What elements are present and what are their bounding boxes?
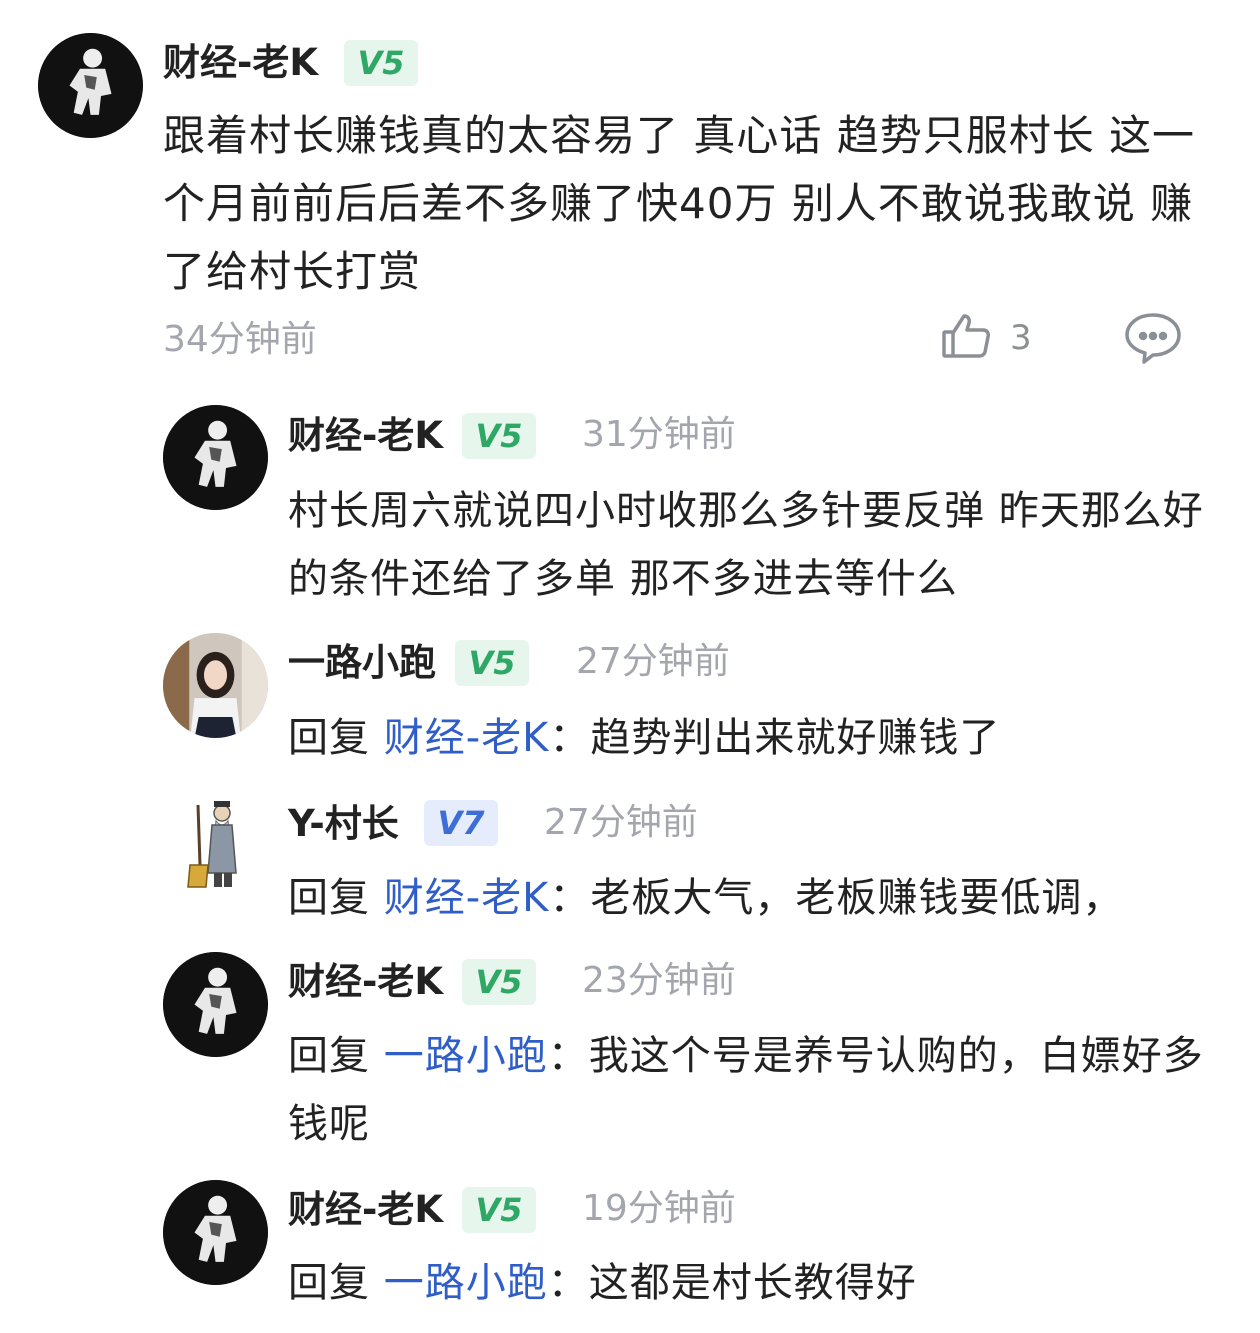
avatar[interactable] — [163, 633, 268, 738]
reply-body: 趋势判出来就好赚钱了 — [590, 715, 1001, 761]
reply-text: 回复 财经-老K：老板大气，老板赚钱要低调， — [288, 864, 1123, 932]
reply-time: 27分钟前 — [544, 802, 698, 843]
reply-time: 19分钟前 — [582, 1188, 736, 1229]
reply-prefix: 回复 — [288, 715, 384, 761]
level-badge: V7 — [424, 800, 498, 846]
reply-separator: ： — [547, 1260, 589, 1306]
comment-time: 34分钟前 — [163, 319, 317, 360]
mention-link[interactable]: 一路小跑 — [384, 1033, 548, 1079]
thumbs-up-icon — [940, 310, 992, 366]
avatar[interactable] — [38, 33, 143, 138]
reply-username[interactable]: 财经-老K — [288, 963, 443, 1000]
comment-text: 跟着村长赚钱真的太容易了 真心话 趋势只服村长 这一个月前前后后差不多赚了快40… — [163, 111, 1196, 296]
reply-text: 村长周六就说四小时收那么多针要反弹 昨天那么好的条件还给了多单 那不多进去等什么 — [288, 477, 1218, 613]
reply-text: 回复 一路小跑：我这个号是养号认购的，白嫖好多钱呢 — [288, 1022, 1223, 1158]
level-badge: V5 — [344, 40, 418, 86]
like-button[interactable]: 3 — [940, 312, 1032, 364]
reply-username[interactable]: 一路小跑 — [288, 644, 436, 681]
avatar[interactable] — [163, 952, 268, 1057]
reply-separator: ： — [549, 715, 591, 761]
reply-separator: ： — [547, 1033, 589, 1079]
level-badge: V5 — [462, 413, 536, 459]
level-badge: V5 — [462, 959, 536, 1005]
reply-text: 回复 一路小跑：这都是村长教得好 — [288, 1249, 917, 1317]
reply-prefix: 回复 — [288, 1260, 384, 1306]
like-count: 3 — [1010, 318, 1032, 358]
comment-bubble-icon[interactable] — [1122, 310, 1184, 366]
reply-time: 31分钟前 — [582, 414, 736, 455]
reply-prefix: 回复 — [288, 1033, 384, 1079]
reply-username[interactable]: Y-村长 — [288, 805, 399, 842]
avatar[interactable] — [163, 1180, 268, 1285]
reply-body: 村长周六就说四小时收那么多针要反弹 昨天那么好的条件还给了多单 那不多进去等什么 — [288, 488, 1204, 602]
reply-username[interactable]: 财经-老K — [288, 417, 443, 454]
reply-time: 23分钟前 — [582, 960, 736, 1001]
level-badge: V5 — [455, 640, 529, 686]
avatar[interactable] — [178, 795, 258, 895]
mention-link[interactable]: 一路小跑 — [384, 1260, 548, 1306]
avatar[interactable] — [163, 405, 268, 510]
reply-text: 回复 财经-老K：趋势判出来就好赚钱了 — [288, 704, 1000, 772]
reply-separator: ： — [549, 875, 591, 921]
reply-body: 这都是村长教得好 — [588, 1260, 917, 1306]
level-badge: V5 — [462, 1187, 536, 1233]
comment-username[interactable]: 财经-老K — [163, 44, 318, 81]
reply-time: 27分钟前 — [576, 641, 730, 682]
mention-link[interactable]: 财经-老K — [384, 875, 550, 921]
reply-prefix: 回复 — [288, 875, 384, 921]
mention-link[interactable]: 财经-老K — [384, 715, 550, 761]
reply-username[interactable]: 财经-老K — [288, 1191, 443, 1228]
reply-body: 老板大气，老板赚钱要低调， — [590, 875, 1124, 921]
